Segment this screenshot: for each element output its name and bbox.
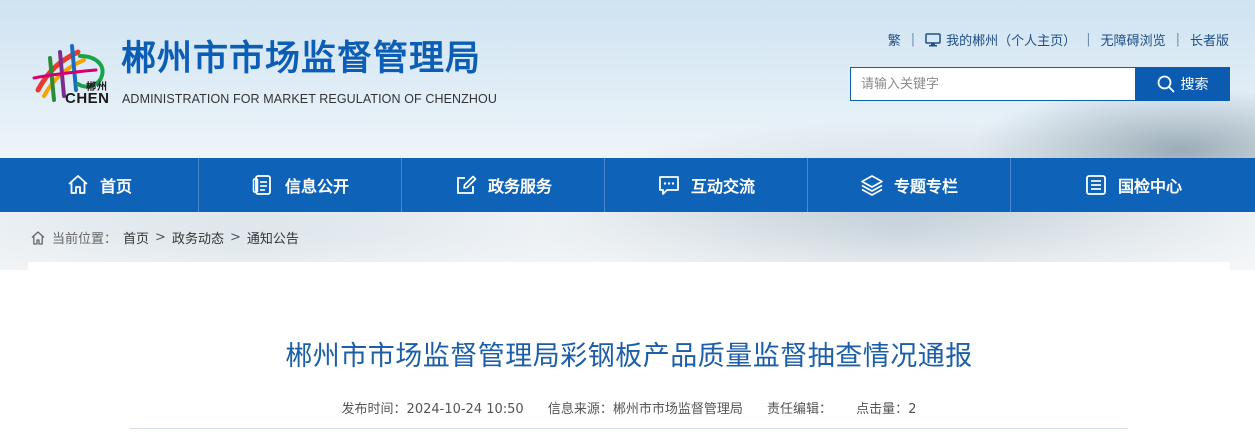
- info-source: 信息来源：郴州市市场监督管理局: [548, 402, 743, 417]
- list-icon: [1086, 175, 1106, 195]
- edit-icon: [457, 175, 477, 194]
- nav-item-special-topics[interactable]: 专题专栏: [808, 158, 1011, 212]
- search-bar: 搜索: [850, 67, 1230, 101]
- source-label: 信息来源：: [547, 402, 613, 417]
- site-subtitle: ADMINISTRATION FOR MARKET REGULATION OF …: [122, 92, 497, 106]
- nav-item-label: 国检中心: [1117, 177, 1182, 196]
- chat-icon: [659, 176, 679, 195]
- breadcrumb-item[interactable]: 政务动态: [172, 228, 224, 247]
- accessible-link[interactable]: 无障碍浏览: [1101, 30, 1166, 49]
- site-title[interactable]: 郴州市市场监督管理局: [121, 42, 481, 77]
- divider: |: [1086, 32, 1091, 47]
- search-button[interactable]: 搜索: [1135, 67, 1230, 101]
- nav-item-inspection-center[interactable]: 国检中心: [1011, 158, 1255, 212]
- search-button-label: 搜索: [1180, 77, 1209, 93]
- document-icon: [252, 175, 271, 195]
- my-chenzhou-label: 我的郴州（个人主页）: [946, 34, 1077, 49]
- nav-item-label: 政务服务: [487, 177, 552, 196]
- nav-item-interaction[interactable]: 互动交流: [605, 158, 808, 212]
- nav-item-gov-service[interactable]: 政务服务: [402, 158, 605, 212]
- hits-value: 2: [908, 402, 917, 417]
- publish-time: 发布时间：2024-10-24 10:50: [342, 402, 524, 417]
- source-value: 郴州市市场监督管理局: [612, 402, 743, 417]
- editor-label: 责任编辑：: [767, 402, 833, 417]
- hit-count: 点击量：2: [856, 402, 916, 417]
- breadcrumb-item[interactable]: 通知公告: [247, 228, 299, 247]
- layers-icon: [861, 175, 883, 196]
- hits-label: 点击量：: [856, 402, 909, 417]
- nav-item-label: 专题专栏: [893, 177, 958, 196]
- traditional-chinese-link[interactable]: 繁: [888, 30, 901, 49]
- article-meta: 发布时间：2024-10-24 10:50 信息来源：郴州市市场监督管理局 责任…: [28, 398, 1230, 417]
- elder-version-link[interactable]: 长者版: [1190, 30, 1229, 49]
- divider: |: [1175, 32, 1180, 47]
- logo-en-text: CHEN: [65, 90, 110, 107]
- editor: 责任编辑：: [767, 402, 832, 417]
- search-icon: [1157, 75, 1174, 93]
- divider: |: [910, 32, 916, 47]
- breadcrumb: 当前位置： 首页 > 政务动态 > 通知公告: [30, 228, 299, 247]
- breadcrumb-separator: >: [155, 230, 166, 245]
- main-nav: 首页 信息公开 政务服务 互动交流 专题专栏 国检中心: [0, 158, 1255, 212]
- breadcrumb-separator: >: [229, 230, 241, 245]
- search-input[interactable]: [851, 68, 1135, 100]
- article-panel: 郴州市市场监督管理局彩钢板产品质量监督抽查情况通报 发布时间：2024-10-2…: [28, 262, 1230, 441]
- my-chenzhou-link[interactable]: 我的郴州（个人主页）: [925, 30, 1076, 49]
- publish-time-label: 发布时间：: [341, 402, 407, 417]
- article-title: 郴州市市场监督管理局彩钢板产品质量监督抽查情况通报: [285, 341, 973, 372]
- nav-item-info-disclosure[interactable]: 信息公开: [199, 158, 402, 212]
- nav-item-label: 首页: [99, 177, 132, 196]
- nav-item-home[interactable]: 首页: [0, 158, 199, 212]
- divider: [130, 428, 1128, 429]
- top-links: 繁 | 我的郴州（个人主页） | 无障碍浏览 | 长者版: [888, 30, 1229, 49]
- breadcrumb-item[interactable]: 首页: [123, 228, 149, 247]
- publish-time-value: 2024-10-24 10:50: [406, 402, 524, 417]
- monitor-icon: [925, 32, 941, 46]
- home-icon: [31, 230, 45, 245]
- breadcrumb-label: 当前位置：: [52, 232, 118, 247]
- home-icon: [68, 175, 88, 194]
- nav-item-label: 互动交流: [690, 177, 755, 196]
- nav-item-label: 信息公开: [284, 177, 349, 196]
